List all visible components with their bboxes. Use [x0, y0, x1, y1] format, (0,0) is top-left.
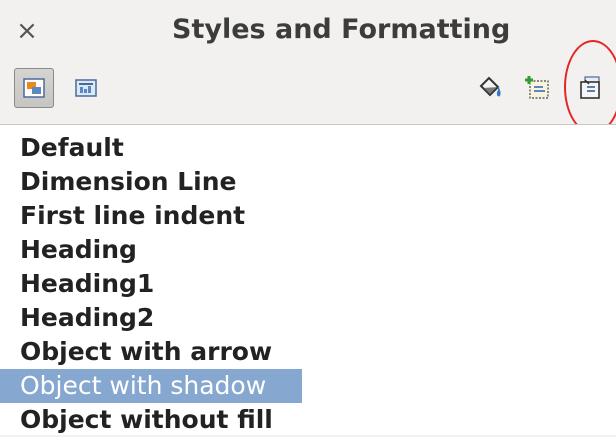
update-style-icon [580, 76, 600, 99]
fill-format-mode-button[interactable] [470, 68, 510, 108]
styles-toolbar [0, 62, 616, 118]
close-icon[interactable]: × [14, 16, 40, 46]
list-item[interactable]: Heading [0, 233, 616, 267]
list-item[interactable]: Heading1 [0, 267, 616, 301]
panel-titlebar: × Styles and Formatting [0, 0, 616, 62]
list-item-selected[interactable]: Object with shadow [0, 369, 302, 403]
list-item[interactable]: Heading2 [0, 301, 616, 335]
presentation-styles-icon [75, 79, 97, 97]
list-item[interactable]: Default [0, 131, 616, 165]
graphics-styles-button[interactable] [14, 68, 54, 108]
graphics-styles-icon [23, 78, 45, 98]
presentation-styles-button[interactable] [66, 68, 106, 108]
list-item[interactable]: Object with arrow [0, 335, 616, 369]
list-item[interactable]: Object without fill [0, 403, 616, 437]
panel-title: Styles and Formatting [172, 14, 511, 45]
new-style-from-selection-icon [525, 76, 549, 99]
fill-format-mode-icon [479, 76, 501, 97]
new-style-from-selection-button[interactable] [519, 68, 559, 108]
update-style-button[interactable] [571, 68, 611, 108]
styles-list[interactable]: Default Dimension Line First line indent… [0, 124, 616, 435]
list-item[interactable]: First line indent [0, 199, 616, 233]
list-item[interactable]: Dimension Line [0, 165, 616, 199]
